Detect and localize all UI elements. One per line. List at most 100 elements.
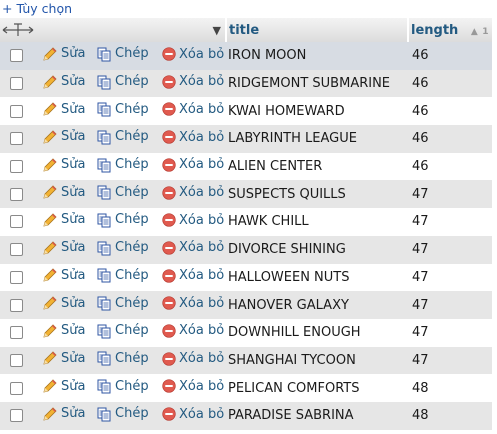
delete-icon	[162, 213, 176, 227]
cell-length: 47	[408, 235, 492, 264]
cell-length: 47	[408, 263, 492, 292]
copy-button[interactable]: Chép	[96, 74, 149, 90]
delete-button[interactable]: Xóa bỏ	[162, 351, 224, 366]
copy-button[interactable]: Chép	[96, 406, 149, 422]
edit-button[interactable]: Sửa	[42, 129, 85, 145]
cell-title: DOWNHILL ENOUGH	[226, 318, 408, 347]
edit-button[interactable]: Sửa	[42, 157, 85, 173]
edit-button[interactable]: Sửa	[42, 212, 85, 228]
row-select-checkbox[interactable]	[10, 77, 23, 91]
edit-button[interactable]: Sửa	[42, 74, 85, 90]
delete-button[interactable]: Xóa bỏ	[162, 157, 224, 172]
delete-button[interactable]: Xóa bỏ	[162, 379, 224, 394]
delete-button[interactable]: Xóa bỏ	[162, 240, 224, 255]
table-row[interactable]: Sửa Chép Xóa bỏ PARADISE SABRINA 48	[0, 401, 492, 430]
copy-button[interactable]: Chép	[96, 212, 149, 228]
copy-button[interactable]: Chép	[96, 46, 149, 62]
cell-title: HALLOWEEN NUTS	[226, 263, 408, 292]
edit-button[interactable]: Sửa	[42, 184, 85, 200]
table-row[interactable]: Sửa Chép Xóa bỏ LABYRINTH LEAGUE 46	[0, 125, 492, 153]
edit-button[interactable]: Sửa	[42, 240, 85, 256]
delete-button[interactable]: Xóa bỏ	[162, 74, 224, 89]
delete-button[interactable]: Xóa bỏ	[162, 130, 224, 145]
options-toggle-link[interactable]: + Tùy chọn	[0, 0, 497, 18]
copy-icon	[96, 295, 112, 311]
copy-button[interactable]: Chép	[96, 267, 149, 283]
table-row[interactable]: Sửa Chép Xóa bỏ RIDGEMONT SUBMARINE 46	[0, 69, 492, 98]
cell-length: 48	[408, 374, 492, 402]
row-select-checkbox[interactable]	[10, 104, 23, 118]
edit-button[interactable]: Sửa	[42, 406, 85, 422]
copy-button[interactable]: Chép	[96, 323, 149, 339]
table-row[interactable]: Sửa Chép Xóa bỏ DOWNHILL ENOUGH 47	[0, 318, 492, 347]
copy-button[interactable]: Chép	[96, 295, 149, 311]
table-row[interactable]: Sửa Chép Xóa bỏ KWAI HOMEWARD 46	[0, 97, 492, 126]
cell-title: IRON MOON	[226, 42, 408, 70]
table-row[interactable]: Sửa Chép Xóa bỏ ALIEN CENTER 46	[0, 152, 492, 181]
column-menu-dropdown-icon[interactable]: ▼	[213, 24, 221, 37]
copy-button[interactable]: Chép	[96, 129, 149, 145]
edit-button[interactable]: Sửa	[42, 46, 85, 62]
copy-button[interactable]: Chép	[96, 240, 149, 256]
table-row[interactable]: Sửa Chép Xóa bỏ HANOVER GALAXY 47	[0, 291, 492, 319]
delete-button[interactable]: Xóa bỏ	[162, 268, 224, 283]
cell-length: 46	[408, 97, 492, 126]
table-row[interactable]: Sửa Chép Xóa bỏ DIVORCE SHINING 47	[0, 235, 492, 264]
delete-button[interactable]: Xóa bỏ	[162, 213, 224, 228]
cell-length: 46	[408, 152, 492, 181]
delete-button[interactable]: Xóa bỏ	[162, 47, 224, 62]
table-row[interactable]: Sửa Chép Xóa bỏ IRON MOON 46	[0, 42, 492, 70]
copy-icon	[96, 157, 112, 173]
edit-button[interactable]: Sửa	[42, 267, 85, 283]
cell-title: SUSPECTS QUILLS	[226, 180, 408, 209]
delete-icon	[162, 241, 176, 255]
copy-button[interactable]: Chép	[96, 350, 149, 366]
table-row[interactable]: Sửa Chép Xóa bỏ HAWK CHILL 47	[0, 208, 492, 236]
delete-icon	[162, 268, 176, 283]
row-select-checkbox[interactable]	[10, 298, 23, 312]
delete-button[interactable]: Xóa bỏ	[162, 296, 224, 311]
row-select-checkbox[interactable]	[10, 160, 23, 174]
edit-button[interactable]: Sửa	[42, 295, 85, 311]
copy-button[interactable]: Chép	[96, 157, 149, 173]
delete-icon	[162, 296, 176, 310]
copy-button[interactable]: Chép	[96, 378, 149, 394]
delete-icon	[162, 102, 176, 117]
delete-button[interactable]: Xóa bỏ	[162, 323, 224, 338]
copy-button[interactable]: Chép	[96, 184, 149, 200]
row-select-checkbox[interactable]	[10, 215, 23, 229]
table-row[interactable]: Sửa Chép Xóa bỏ PELICAN COMFORTS 48	[0, 374, 492, 402]
table-row[interactable]: Sửa Chép Xóa bỏ SUSPECTS QUILLS 47	[0, 180, 492, 209]
column-header-length[interactable]: length ▲ 1	[407, 18, 492, 42]
delete-button[interactable]: Xóa bỏ	[162, 102, 224, 117]
delete-button[interactable]: Xóa bỏ	[162, 185, 224, 200]
table-row[interactable]: Sửa Chép Xóa bỏ SHANGHAI TYCOON 47	[0, 346, 492, 375]
edit-button[interactable]: Sửa	[42, 378, 85, 394]
delete-button[interactable]: Xóa bỏ	[162, 407, 224, 422]
row-select-checkbox[interactable]	[10, 409, 23, 423]
delete-icon	[162, 75, 176, 89]
delete-icon	[162, 185, 176, 200]
pencil-icon	[42, 129, 58, 145]
copy-button[interactable]: Chép	[96, 101, 149, 117]
copy-icon	[96, 240, 112, 256]
row-select-checkbox[interactable]	[10, 243, 23, 257]
row-select-checkbox[interactable]	[10, 326, 23, 340]
edit-button[interactable]: Sửa	[42, 350, 85, 366]
row-select-checkbox[interactable]	[10, 187, 23, 201]
edit-button[interactable]: Sửa	[42, 323, 85, 339]
row-select-checkbox[interactable]	[10, 381, 23, 395]
row-select-checkbox[interactable]	[10, 49, 23, 63]
table-row[interactable]: Sửa Chép Xóa bỏ HALLOWEEN NUTS 47	[0, 263, 492, 292]
column-resize-header[interactable]	[0, 18, 34, 42]
row-select-checkbox[interactable]	[10, 353, 23, 367]
sort-order-number: 1	[482, 26, 489, 37]
row-select-checkbox[interactable]	[10, 132, 23, 146]
column-header-title[interactable]: title	[225, 18, 408, 42]
row-select-checkbox[interactable]	[10, 270, 23, 284]
copy-icon	[96, 323, 112, 339]
edit-button[interactable]: Sửa	[42, 101, 85, 117]
column-resize-arrows-icon[interactable]	[2, 23, 34, 37]
cell-length: 47	[408, 346, 492, 375]
cell-length: 46	[408, 42, 492, 70]
